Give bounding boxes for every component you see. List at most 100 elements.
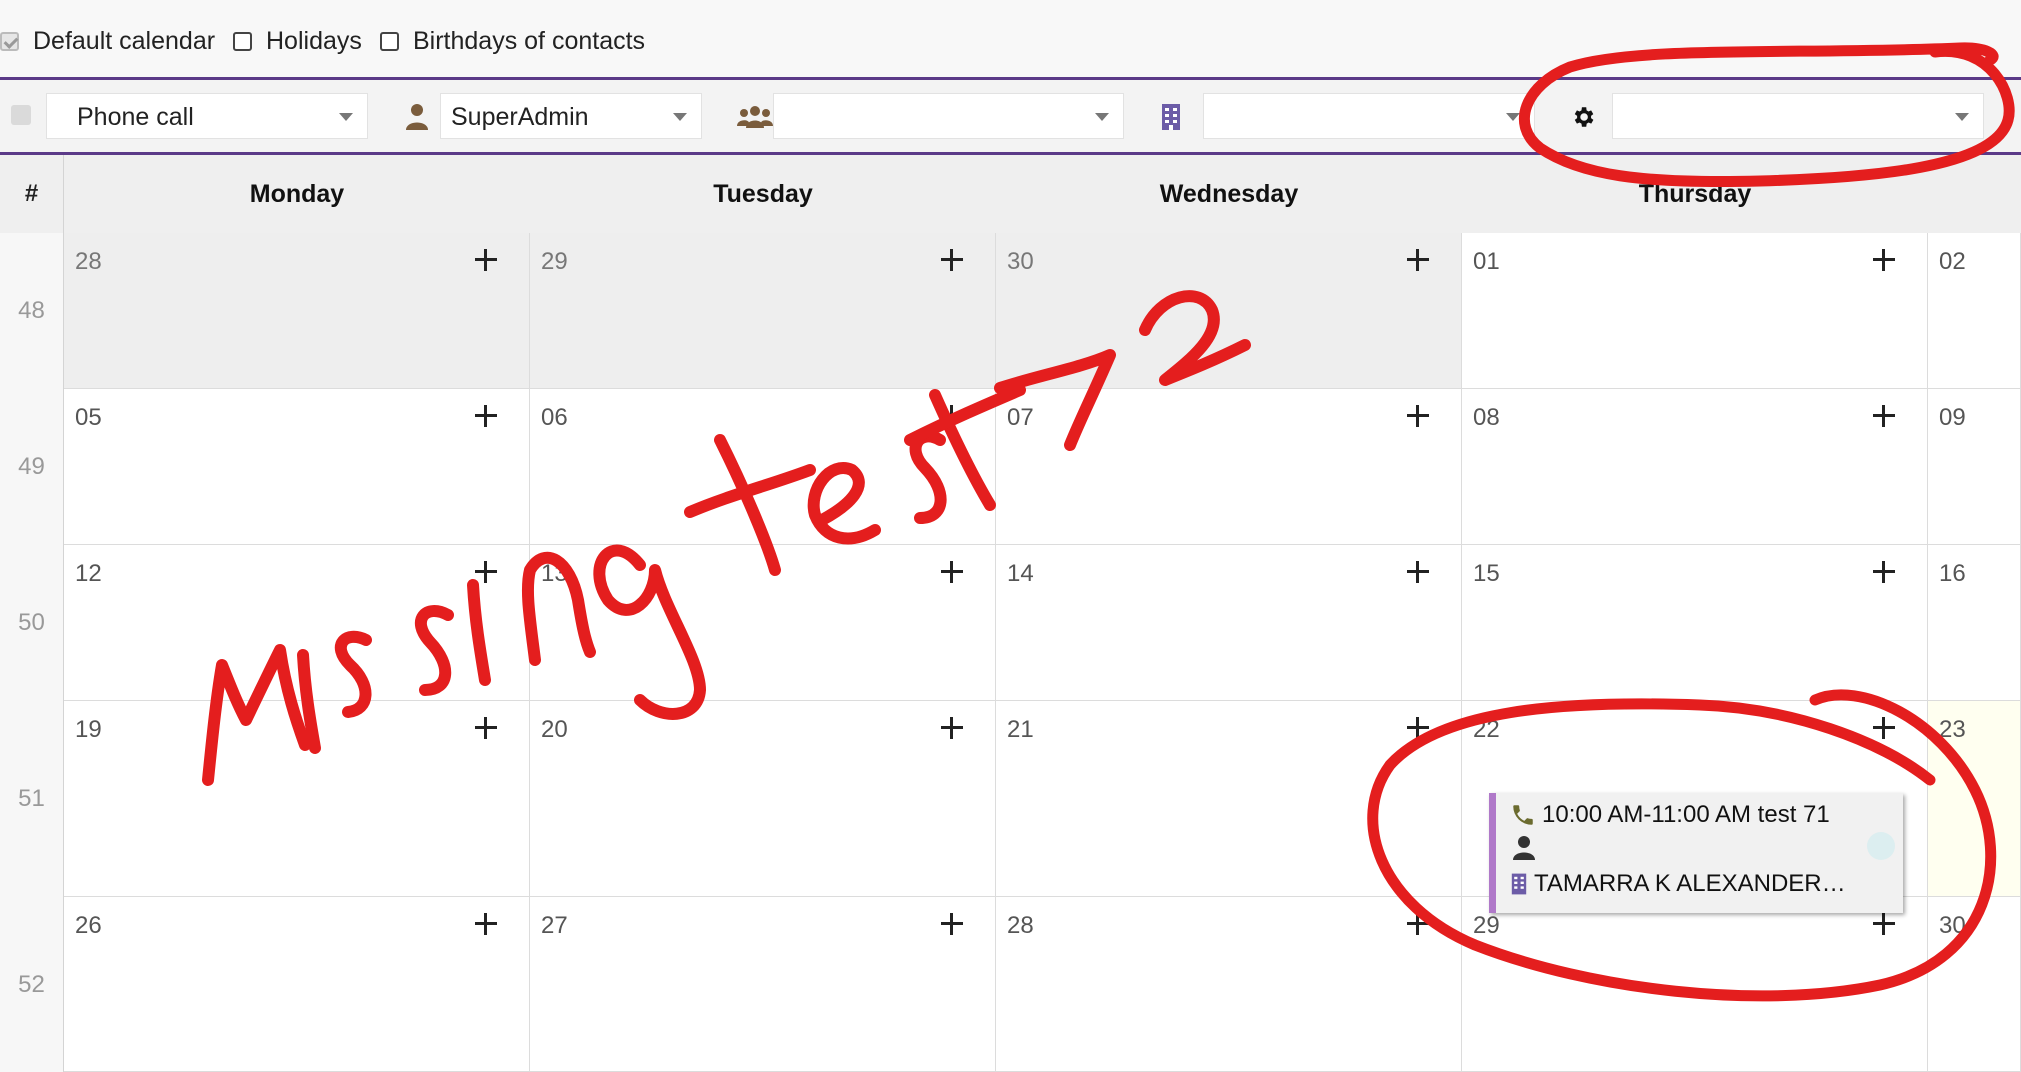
calendar-event[interactable]: 10:00 AM-11:00 AM test 71 TAMARRA K ALEX…: [1489, 793, 1903, 913]
default-calendar-option[interactable]: Default calendar: [0, 27, 215, 56]
day-number: 29: [541, 248, 568, 275]
chevron-down-icon: [1506, 113, 1520, 121]
holidays-option[interactable]: Holidays: [233, 27, 362, 56]
day-cell[interactable]: 29: [530, 233, 996, 389]
add-event-icon[interactable]: [1407, 561, 1429, 583]
chevron-down-icon: [673, 113, 687, 121]
building-icon: [1162, 104, 1180, 130]
add-event-icon[interactable]: [475, 249, 497, 271]
add-event-icon[interactable]: [941, 405, 963, 427]
day-number: 02: [1939, 248, 1966, 275]
day-cell[interactable]: 20: [530, 701, 996, 897]
user-value: SuperAdmin: [451, 103, 589, 131]
day-cell[interactable]: 06: [530, 389, 996, 545]
day-cell[interactable]: 05: [64, 389, 530, 545]
birthdays-option[interactable]: Birthdays of contacts: [380, 27, 645, 56]
phone-icon: [1513, 805, 1533, 825]
day-cell[interactable]: 30: [996, 233, 1462, 389]
day-cell[interactable]: 19: [64, 701, 530, 897]
add-event-icon[interactable]: [475, 717, 497, 739]
add-event-icon[interactable]: [1407, 405, 1429, 427]
day-header-thursday: Thursday: [1638, 180, 1752, 208]
day-cell[interactable]: 26: [64, 897, 530, 1072]
week-number: 50: [0, 545, 64, 701]
add-event-icon[interactable]: [1407, 249, 1429, 271]
day-cell[interactable]: 21: [996, 701, 1462, 897]
default-calendar-checkbox[interactable]: [0, 32, 19, 51]
day-number: 29: [1473, 912, 1500, 939]
holidays-checkbox[interactable]: [233, 32, 252, 51]
user-icon: [406, 104, 428, 130]
day-cell[interactable]: 14: [996, 545, 1462, 701]
add-event-icon[interactable]: [941, 913, 963, 935]
day-cell[interactable]: 08: [1462, 389, 1928, 545]
day-number: 16: [1939, 560, 1966, 587]
gear-icon: [1574, 107, 1594, 127]
day-number: 06: [541, 404, 568, 431]
day-cell[interactable]: 07: [996, 389, 1462, 545]
filter-select-all-checkbox[interactable]: [11, 105, 31, 125]
add-event-icon[interactable]: [1873, 561, 1895, 583]
day-cell[interactable]: 27: [530, 897, 996, 1072]
day-cell[interactable]: 12: [64, 545, 530, 701]
default-calendar-label: Default calendar: [33, 27, 216, 55]
group-select[interactable]: [773, 93, 1124, 139]
day-cell[interactable]: 13: [530, 545, 996, 701]
calendar-grid: # Monday Tuesday Wednesday Thursday 48 28…: [0, 155, 2021, 1072]
day-cell[interactable]: 01: [1462, 233, 1928, 389]
week-number-header: #: [0, 155, 64, 233]
day-header-wednesday: Wednesday: [1159, 180, 1299, 208]
week-number: 52: [0, 897, 64, 1072]
day-cell[interactable]: 15: [1462, 545, 1928, 701]
day-cell[interactable]: 30: [1928, 897, 2021, 1072]
user-select[interactable]: SuperAdmin: [440, 93, 702, 139]
day-cell[interactable]: 02: [1928, 233, 2021, 389]
day-number: 14: [1007, 560, 1034, 587]
event-indicator-dot: [1867, 832, 1895, 860]
add-event-icon[interactable]: [475, 405, 497, 427]
event-organization-line: TAMARRA K ALEXANDER…: [1510, 870, 1846, 898]
add-event-icon[interactable]: [941, 717, 963, 739]
chevron-down-icon: [1955, 113, 1969, 121]
day-header-monday: Monday: [249, 180, 345, 208]
day-number: 19: [75, 716, 102, 743]
day-number: 21: [1007, 716, 1034, 743]
week-number: 49: [0, 389, 64, 545]
add-event-icon[interactable]: [1407, 913, 1429, 935]
day-cell[interactable]: 28: [996, 897, 1462, 1072]
add-event-icon[interactable]: [1873, 717, 1895, 739]
day-cell[interactable]: 09: [1928, 389, 2021, 545]
day-number: 01: [1473, 248, 1500, 275]
add-event-icon[interactable]: [1873, 913, 1895, 935]
calendar-header-row: # Monday Tuesday Wednesday Thursday: [0, 155, 2021, 234]
day-number: 27: [541, 912, 568, 939]
day-number: 23: [1939, 716, 1966, 743]
add-event-icon[interactable]: [1407, 717, 1429, 739]
user-silhouette-icon: [1513, 836, 1535, 860]
day-cell[interactable]: 29: [1462, 897, 1928, 1072]
add-event-icon[interactable]: [475, 561, 497, 583]
add-event-icon[interactable]: [941, 249, 963, 271]
chevron-down-icon: [339, 113, 353, 121]
day-number: 30: [1939, 912, 1966, 939]
week-number: 51: [0, 701, 64, 897]
day-cell[interactable]: 16: [1928, 545, 2021, 701]
resource-select[interactable]: [1612, 93, 1984, 139]
add-event-icon[interactable]: [1873, 249, 1895, 271]
day-cell[interactable]: 23: [1928, 701, 2021, 897]
add-event-icon[interactable]: [941, 561, 963, 583]
day-number: 08: [1473, 404, 1500, 431]
company-select[interactable]: [1203, 93, 1535, 139]
add-event-icon[interactable]: [1873, 405, 1895, 427]
day-number: 28: [1007, 912, 1034, 939]
day-number: 13: [541, 560, 568, 587]
week-number: 48: [0, 233, 64, 389]
add-event-icon[interactable]: [475, 913, 497, 935]
birthdays-checkbox[interactable]: [380, 32, 399, 51]
event-user-line: [1510, 834, 1544, 862]
event-type-select[interactable]: Phone call: [46, 93, 368, 139]
day-number: 12: [75, 560, 102, 587]
building-icon: [1511, 873, 1527, 895]
event-time-line: 10:00 AM-11:00 AM test 71: [1510, 801, 1830, 829]
day-cell[interactable]: 28: [64, 233, 530, 389]
